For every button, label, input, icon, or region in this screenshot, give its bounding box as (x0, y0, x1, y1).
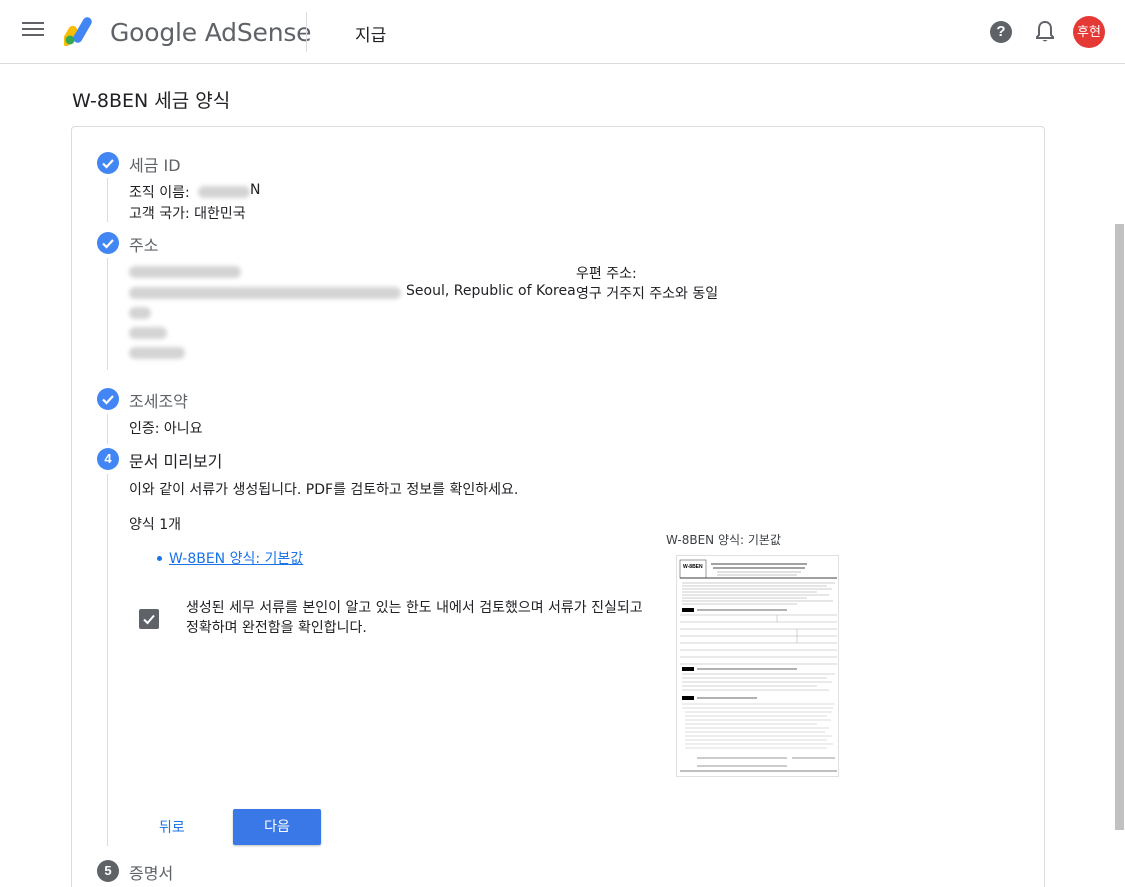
menu-icon[interactable] (22, 22, 44, 42)
preview-description: 이와 같이 서류가 생성됩니다. PDF를 검토하고 정보를 확인하세요. (129, 482, 519, 498)
step-title-address[interactable]: 주소 (129, 232, 158, 256)
step-complete-check-icon (97, 152, 119, 174)
page-title: W-8BEN 세금 양식 (72, 90, 231, 112)
address-line-redacted (129, 307, 151, 319)
section-title: 지급 (355, 26, 387, 46)
form-id-text: W-8BEN (683, 564, 703, 570)
step-title-preview: 문서 미리보기 (129, 452, 223, 471)
back-button[interactable]: 뒤로 (159, 817, 185, 837)
document-preview-image: W-8BEN (679, 559, 837, 774)
step-connector (107, 414, 108, 444)
header-divider (306, 12, 307, 52)
adsense-logo-icon (64, 17, 92, 46)
next-button[interactable]: 다음 (233, 809, 321, 845)
step-connector (107, 474, 108, 846)
forms-count: 양식 1개 (129, 517, 181, 533)
check-icon (143, 614, 155, 625)
address-city: Seoul, Republic of Korea (406, 283, 576, 299)
step-number-badge: 5 (97, 860, 119, 882)
confirm-text: 생성된 세무 서류를 본인이 알고 있는 한도 내에서 검토했으며 서류가 진실… (186, 600, 643, 636)
address-line-redacted (129, 287, 401, 299)
step-number-badge: 4 (97, 448, 119, 470)
list-bullet (157, 556, 162, 561)
address-line-redacted (129, 347, 185, 359)
top-app-bar: Google AdSense 지급 ? 후현 (0, 0, 1125, 64)
customer-country: 고객 국가: 대한민국 (129, 206, 246, 222)
postal-address-label: 우편 주소: (576, 266, 637, 282)
step-title-certificate: 증명서 (129, 864, 174, 883)
step-complete-check-icon (97, 388, 119, 410)
step-title-treaty[interactable]: 조세조약 (129, 388, 188, 412)
pdf-preview[interactable]: W-8BEN (676, 555, 839, 777)
confirm-checkbox[interactable] (139, 609, 159, 629)
bell-icon[interactable] (1034, 20, 1056, 44)
preview-label: W-8BEN 양식: 기본값 (666, 533, 782, 547)
org-name-redacted (198, 186, 250, 198)
org-name-suffix: N (250, 182, 261, 198)
help-icon[interactable]: ? (990, 21, 1012, 43)
tax-form-card (71, 126, 1045, 887)
step-complete-check-icon (97, 232, 119, 254)
step-connector (107, 178, 108, 222)
postal-address-value: 영구 거주지 주소와 동일 (576, 286, 719, 302)
step-title-tax-id[interactable]: 세금 ID (129, 152, 181, 176)
org-name-label: 조직 이름: (129, 185, 190, 201)
avatar[interactable]: 후현 (1073, 16, 1105, 48)
form-link[interactable]: W-8BEN 양식: 기본값 (169, 548, 303, 568)
treaty-certification: 인증: 아니요 (129, 421, 203, 437)
address-line-redacted (129, 266, 241, 278)
scrollbar[interactable] (1115, 224, 1124, 830)
brand-name[interactable]: Google AdSense (110, 18, 312, 47)
address-line-redacted (129, 327, 167, 339)
step-connector (107, 258, 108, 370)
